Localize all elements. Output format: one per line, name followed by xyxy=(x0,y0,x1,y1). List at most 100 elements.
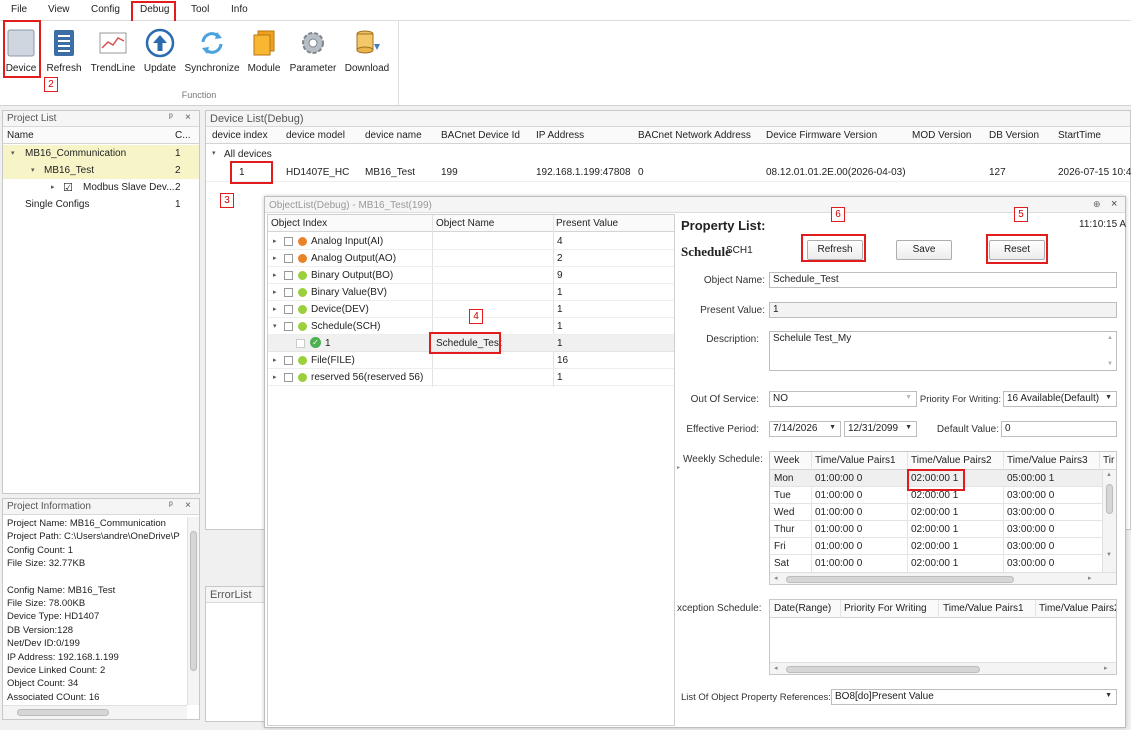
collapse-icon[interactable]: ▾ xyxy=(273,322,277,330)
weekly-row[interactable]: Thur 01:00:00 0 02:00:00 1 03:00:00 0 xyxy=(770,521,1102,538)
time-value-pair[interactable]: 02:00:00 1 xyxy=(911,507,958,518)
present-value-field[interactable]: 1 xyxy=(769,302,1117,318)
description-field[interactable]: Schelule Test_My ▲ ▼ xyxy=(769,331,1117,371)
close-icon[interactable]: × xyxy=(185,112,191,123)
pin-icon[interactable]: ᵖ xyxy=(169,500,173,511)
expand-icon[interactable]: ▸ xyxy=(273,254,277,262)
scroll-thumb[interactable] xyxy=(786,576,1014,583)
time-value-pair[interactable]: 03:00:00 0 xyxy=(1007,558,1054,569)
time-value-pair[interactable]: 01:00:00 0 xyxy=(815,507,862,518)
checkbox[interactable] xyxy=(296,338,305,348)
column-header[interactable]: MOD Version xyxy=(912,130,971,141)
column-header[interactable]: IP Address xyxy=(536,130,584,141)
time-value-pair[interactable]: 03:00:00 0 xyxy=(1007,524,1054,535)
device-group-row[interactable]: ▾ All devices xyxy=(206,145,1130,162)
checkbox[interactable] xyxy=(284,355,293,365)
time-value-pair[interactable]: 03:00:00 0 xyxy=(1007,490,1054,501)
object-row-ai[interactable]: ▸ Analog Input(AI) 4 xyxy=(268,233,674,250)
column-header[interactable]: device name xyxy=(365,130,422,141)
column-header[interactable]: Time/Value Pairs2 xyxy=(1039,603,1116,614)
expand-icon[interactable]: ▸ xyxy=(273,288,277,296)
weekly-row[interactable]: Fri 01:00:00 0 02:00:00 1 03:00:00 0 xyxy=(770,538,1102,555)
tree-row-config[interactable]: ▾ MB16_Test 2 xyxy=(3,162,199,179)
time-value-pair[interactable]: 03:00:00 0 xyxy=(1007,541,1054,552)
column-header[interactable]: Time/Value Pairs1 xyxy=(943,603,1024,614)
column-header[interactable]: Object Index xyxy=(271,218,327,229)
collapse-icon[interactable]: ▾ xyxy=(31,166,35,174)
menu-view[interactable]: View xyxy=(48,4,70,15)
time-value-pair[interactable]: 01:00:00 0 xyxy=(815,524,862,535)
time-value-pair[interactable]: 03:00:00 0 xyxy=(1007,507,1054,518)
tree-row-single[interactable]: Single Configs 1 xyxy=(3,196,199,213)
column-header[interactable]: BACnet Network Address xyxy=(638,130,751,141)
scroll-thumb[interactable] xyxy=(1106,484,1113,514)
column-header[interactable]: device index xyxy=(212,130,268,141)
priority-select[interactable]: 16 Available(Default) ▼ xyxy=(1003,391,1117,407)
scroll-up-icon[interactable]: ▲ xyxy=(1106,472,1112,478)
column-header[interactable]: Device Firmware Version xyxy=(766,130,877,141)
expand-icon[interactable]: ▸ xyxy=(273,305,277,313)
expand-icon[interactable]: ▸ xyxy=(273,237,277,245)
out-of-service-select[interactable]: NO ▼ xyxy=(769,391,917,407)
tree-row-project[interactable]: ▾ MB16_Communication 1 xyxy=(3,145,199,162)
column-header[interactable]: Present Value xyxy=(556,218,618,229)
scroll-left-icon[interactable]: ◂ xyxy=(774,574,778,582)
expand-icon[interactable]: ▸ xyxy=(273,271,277,279)
time-value-pair[interactable]: 02:00:00 1 xyxy=(911,524,958,535)
download-button[interactable]: Download xyxy=(343,25,391,93)
synchronize-button[interactable]: Synchronize xyxy=(184,25,240,93)
scroll-thumb[interactable] xyxy=(786,666,980,673)
object-row-ao[interactable]: ▸ Analog Output(AO) 2 xyxy=(268,250,674,267)
chevron-down-icon[interactable]: ▼ xyxy=(905,394,912,401)
pin-icon[interactable]: ⊕ xyxy=(1093,199,1101,210)
chevron-down-icon[interactable]: ▼ xyxy=(1105,692,1112,699)
collapse-icon[interactable]: ▾ xyxy=(212,149,216,157)
device-row[interactable]: 1 HD1407E_HC MB16_Test 199 192.168.1.199… xyxy=(206,162,1131,182)
close-icon[interactable]: × xyxy=(185,500,191,511)
column-header[interactable]: StartTime xyxy=(1058,130,1101,141)
splitter-arrow-icon[interactable]: ▸ xyxy=(677,464,680,471)
exception-hscrollbar[interactable]: ◂ ▸ xyxy=(770,662,1116,674)
default-value-field[interactable]: 0 xyxy=(1001,421,1117,437)
menu-tool[interactable]: Tool xyxy=(191,4,209,15)
column-header[interactable]: Date(Range) xyxy=(774,603,831,614)
column-header[interactable]: Week xyxy=(774,455,799,466)
checkbox[interactable] xyxy=(284,321,293,331)
column-header[interactable]: Priority For Writing xyxy=(844,603,927,614)
time-value-pair[interactable]: 01:00:00 0 xyxy=(815,541,862,552)
menu-info[interactable]: Info xyxy=(231,4,248,15)
module-button[interactable]: Module xyxy=(245,25,283,93)
time-value-pair[interactable]: 01:00:00 0 xyxy=(815,490,862,501)
update-button[interactable]: Update xyxy=(141,25,179,93)
column-header[interactable]: Time/Value Pairs1 xyxy=(815,455,896,466)
pin-icon[interactable]: ᵖ xyxy=(169,112,173,123)
scroll-down-icon[interactable]: ▼ xyxy=(1107,361,1113,367)
expand-icon[interactable]: ▸ xyxy=(273,356,277,364)
time-value-pair[interactable]: 02:00:00 1 xyxy=(911,490,958,501)
weekly-row[interactable]: Sat 01:00:00 0 02:00:00 1 03:00:00 0 xyxy=(770,555,1102,572)
menu-config[interactable]: Config xyxy=(91,4,120,15)
references-select[interactable]: BO8[do]Present Value ▼ xyxy=(831,689,1117,705)
expand-icon[interactable]: ▸ xyxy=(273,373,277,381)
expand-icon[interactable]: ▸ xyxy=(51,183,55,191)
chevron-down-icon[interactable]: ▼ xyxy=(829,424,836,431)
period-end-select[interactable]: 12/31/2099 ▼ xyxy=(844,421,917,437)
info-hscrollbar[interactable] xyxy=(3,705,187,719)
trendline-button[interactable]: TrendLine xyxy=(89,25,137,93)
column-header[interactable]: Time/Value Pairs2 xyxy=(911,455,992,466)
checkbox[interactable] xyxy=(284,287,293,297)
menu-file[interactable]: File xyxy=(11,4,27,15)
chevron-down-icon[interactable]: ▼ xyxy=(905,424,912,431)
time-value-pair[interactable]: 02:00:00 1 xyxy=(911,541,958,552)
time-value-pair[interactable]: 01:00:00 0 xyxy=(815,473,862,484)
column-name[interactable]: Name xyxy=(7,130,34,141)
collapse-icon[interactable]: ▾ xyxy=(11,149,15,157)
scroll-thumb[interactable] xyxy=(17,709,109,716)
tree-row-modbus[interactable]: ▸ ☑ Modbus Slave Dev... 2 xyxy=(3,179,199,196)
column-header[interactable]: Tir xyxy=(1103,455,1114,466)
column-header[interactable]: Time/Value Pairs3 xyxy=(1007,455,1088,466)
save-button[interactable]: Save xyxy=(896,240,952,260)
scroll-left-icon[interactable]: ◂ xyxy=(774,664,778,672)
info-scrollbar[interactable] xyxy=(187,517,199,705)
checkbox[interactable] xyxy=(284,304,293,314)
